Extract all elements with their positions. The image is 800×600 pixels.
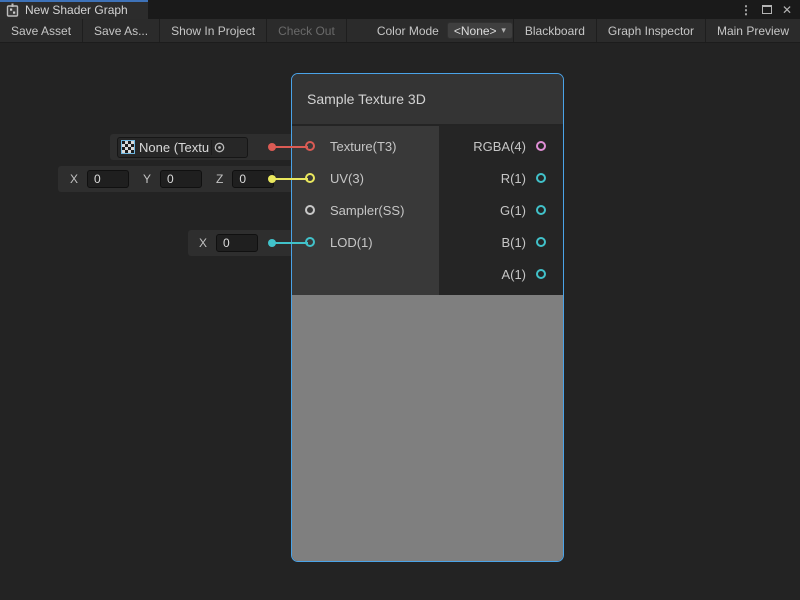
color-mode-label: Color Mode bbox=[347, 19, 447, 42]
main-preview-button[interactable]: Main Preview bbox=[705, 19, 800, 42]
chevron-down-icon: ▾ bbox=[501, 25, 506, 36]
color-mode-value: <None> bbox=[454, 24, 497, 38]
texture-thumbnail-icon bbox=[121, 140, 135, 154]
port-b[interactable] bbox=[536, 237, 546, 247]
port-r-label: R(1) bbox=[501, 171, 526, 186]
edge-lod-endpoint bbox=[268, 239, 276, 247]
input-row-lod: LOD(1) bbox=[292, 226, 439, 258]
color-mode-dropdown[interactable]: <None> ▾ bbox=[447, 22, 513, 39]
tab-bar: New Shader Graph ⋮ ✕ bbox=[0, 0, 800, 19]
port-texture-label: Texture(T3) bbox=[330, 139, 396, 154]
output-row-b: B(1) bbox=[439, 226, 563, 258]
input-row-uv: UV(3) bbox=[292, 162, 439, 194]
show-in-project-button[interactable]: Show In Project bbox=[160, 19, 267, 42]
port-rgba-label: RGBA(4) bbox=[473, 139, 526, 154]
toolbar-right-group: Blackboard Graph Inspector Main Preview bbox=[513, 19, 800, 42]
port-a-label: A(1) bbox=[501, 267, 526, 282]
port-lod-label: LOD(1) bbox=[330, 235, 373, 250]
save-asset-button[interactable]: Save Asset bbox=[0, 19, 83, 42]
texture-default-panel: None (Textu bbox=[110, 134, 291, 160]
input-row-texture: Texture(T3) bbox=[292, 130, 439, 162]
node-header[interactable]: Sample Texture 3D bbox=[292, 74, 563, 126]
uv-x-label: X bbox=[70, 172, 78, 186]
port-uv-label: UV(3) bbox=[330, 171, 364, 186]
edge-uv[interactable] bbox=[272, 178, 308, 180]
port-sampler-label: Sampler(SS) bbox=[330, 203, 404, 218]
close-icon[interactable]: ✕ bbox=[782, 4, 792, 16]
node-body: Texture(T3) UV(3) Sampler(SS) LOD(1) RGB… bbox=[292, 126, 563, 295]
blackboard-button[interactable]: Blackboard bbox=[513, 19, 596, 42]
object-picker-icon[interactable] bbox=[211, 140, 226, 155]
toolbar: Save Asset Save As... Show In Project Ch… bbox=[0, 19, 800, 43]
shader-graph-icon bbox=[6, 3, 19, 17]
active-tab-indicator bbox=[0, 0, 148, 2]
tab-new-shader-graph[interactable]: New Shader Graph bbox=[0, 0, 148, 19]
save-as-button[interactable]: Save As... bbox=[83, 19, 160, 42]
graph-inspector-button[interactable]: Graph Inspector bbox=[596, 19, 705, 42]
edge-uv-endpoint bbox=[268, 175, 276, 183]
uv-y-field[interactable] bbox=[160, 170, 202, 188]
check-out-button: Check Out bbox=[267, 19, 347, 42]
texture-object-field[interactable]: None (Textu bbox=[117, 137, 248, 158]
edge-lod[interactable] bbox=[272, 242, 308, 244]
node-sample-texture-3d[interactable]: Sample Texture 3D Texture(T3) UV(3) Samp… bbox=[291, 73, 564, 562]
node-output-column: RGBA(4) R(1) G(1) B(1) A(1) bbox=[439, 126, 563, 295]
port-r[interactable] bbox=[536, 173, 546, 183]
port-b-label: B(1) bbox=[501, 235, 526, 250]
uv-default-panel: X Y Z bbox=[58, 166, 291, 192]
lod-x-field[interactable] bbox=[216, 234, 258, 252]
node-title: Sample Texture 3D bbox=[307, 91, 426, 107]
lod-x-label: X bbox=[199, 236, 207, 250]
node-preview bbox=[292, 295, 563, 561]
uv-x-field[interactable] bbox=[87, 170, 129, 188]
maximize-icon[interactable] bbox=[762, 5, 772, 14]
port-g[interactable] bbox=[536, 205, 546, 215]
more-icon[interactable]: ⋮ bbox=[740, 4, 752, 16]
graph-canvas[interactable]: None (Textu X Y Z X Sample Texture 3D bbox=[0, 43, 800, 600]
port-g-label: G(1) bbox=[500, 203, 526, 218]
edge-texture-endpoint bbox=[268, 143, 276, 151]
port-a[interactable] bbox=[536, 269, 546, 279]
input-row-sampler: Sampler(SS) bbox=[292, 194, 439, 226]
port-sampler[interactable] bbox=[305, 205, 315, 215]
output-row-g: G(1) bbox=[439, 194, 563, 226]
uv-y-label: Y bbox=[143, 172, 151, 186]
output-row-a: A(1) bbox=[439, 258, 563, 290]
output-row-r: R(1) bbox=[439, 162, 563, 194]
output-row-rgba: RGBA(4) bbox=[439, 130, 563, 162]
node-input-column: Texture(T3) UV(3) Sampler(SS) LOD(1) bbox=[292, 126, 439, 295]
window-controls: ⋮ ✕ bbox=[740, 0, 800, 19]
edge-texture[interactable] bbox=[272, 146, 308, 148]
tab-title: New Shader Graph bbox=[25, 3, 128, 17]
port-rgba[interactable] bbox=[536, 141, 546, 151]
uv-z-label: Z bbox=[216, 172, 223, 186]
texture-field-value: None (Textu bbox=[139, 140, 209, 155]
